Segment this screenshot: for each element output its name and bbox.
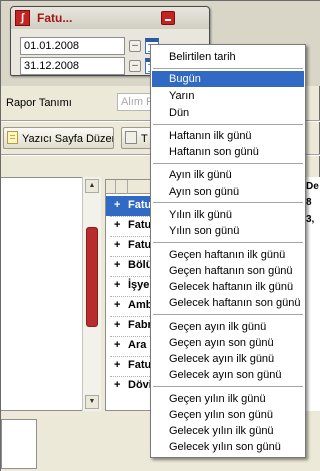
menu-item-gecen-ayin-ilk-gunu[interactable]: Geçen ayın ilk günü xyxy=(152,319,304,335)
bottom-panel xyxy=(1,419,37,469)
right-column-value: 8 xyxy=(306,197,312,208)
pdf-icon: ʃ xyxy=(15,10,30,26)
print-page-setup-label: Yazıcı Sayfa Düzeni xyxy=(22,133,114,145)
toolbar-button-2-label: T xyxy=(141,133,148,145)
menu-separator xyxy=(153,202,303,203)
tree-row[interactable]: + Fabr xyxy=(106,316,154,336)
menu-separator xyxy=(153,314,303,315)
tree-row[interactable]: + Fatu xyxy=(106,196,154,216)
tree-row[interactable]: + Fatu xyxy=(106,356,154,376)
tree-row[interactable]: + Bölü xyxy=(106,256,154,276)
tree-header-cell[interactable] xyxy=(106,180,116,194)
menu-item-gelecek-yilin-son-gunu[interactable]: Gelecek yılın son günü xyxy=(152,439,304,455)
right-column-header: De xyxy=(306,181,319,192)
menu-separator xyxy=(153,68,303,69)
date-context-menu: Belirtilen tarih Bugün Yarın Dün Haftanı… xyxy=(150,44,306,458)
right-column-value: 3, xyxy=(306,214,315,225)
menu-separator xyxy=(153,386,303,387)
scroll-down-arrow-icon[interactable]: ▼ xyxy=(85,395,99,409)
tree-header-cell[interactable] xyxy=(116,180,128,194)
tree-row[interactable]: + Amb xyxy=(106,296,154,316)
tree-table[interactable]: + Fatu + Fatu + Fatu + Bölü + İşye + Amb + Fabr… xyxy=(105,179,155,411)
minimize-button[interactable] xyxy=(161,11,175,25)
menu-item-belirtilen-tarih[interactable]: Belirtilen tarih xyxy=(152,49,304,65)
menu-item-yilin-son-gunu[interactable]: Yılın son günü xyxy=(152,223,304,239)
tree-row[interactable]: + Ara xyxy=(106,336,154,356)
menu-item-gecen-yilin-ilk-gunu[interactable]: Geçen yılın ilk günü xyxy=(152,391,304,407)
tree-row[interactable]: + Fatu xyxy=(106,236,154,256)
menu-item-yilin-ilk-gunu[interactable]: Yılın ilk günü xyxy=(152,207,304,223)
scroll-up-arrow-icon[interactable]: ▲ xyxy=(85,179,99,193)
menu-item-bugun[interactable]: Bugün xyxy=(152,71,304,87)
start-date-browse-button[interactable]: ... xyxy=(129,40,141,52)
end-date-input[interactable]: 31.12.2008 xyxy=(20,57,125,75)
tree-row[interactable]: + Dövi xyxy=(106,376,154,396)
menu-item-haftanin-ilk-gunu[interactable]: Haftanın ilk günü xyxy=(152,128,304,144)
end-date-browse-button[interactable]: ... xyxy=(129,60,141,72)
menu-item-ayin-son-gunu[interactable]: Ayın son günü xyxy=(152,184,304,200)
start-date-input[interactable]: 01.01.2008 xyxy=(20,37,125,55)
window-titlebar[interactable]: ʃ Fatu... xyxy=(11,7,209,29)
document-icon xyxy=(7,131,18,144)
menu-item-gecen-yilin-son-gunu[interactable]: Geçen yılın son günü xyxy=(152,407,304,423)
menu-item-gelecek-ayin-son-gunu[interactable]: Gelecek ayın son günü xyxy=(152,367,304,383)
print-page-setup-button[interactable]: Yazıcı Sayfa Düzeni xyxy=(3,127,114,149)
menu-item-gelecek-yilin-ilk-gunu[interactable]: Gelecek yılın ilk günü xyxy=(152,423,304,439)
tree-row[interactable]: + İşye xyxy=(106,276,154,296)
window-title: Fatu... xyxy=(37,11,73,25)
menu-item-gecen-haftanin-ilk-gunu[interactable]: Geçen haftanın ilk günü xyxy=(152,247,304,263)
menu-separator xyxy=(153,163,303,164)
menu-item-haftanin-son-gunu[interactable]: Haftanın son günü xyxy=(152,144,304,160)
menu-separator xyxy=(153,124,303,125)
menu-item-gelecek-haftanin-son-gunu[interactable]: Gelecek haftanın son günü xyxy=(152,295,304,311)
menu-item-gelecek-ayin-ilk-gunu[interactable]: Gelecek ayın ilk günü xyxy=(152,351,304,367)
menu-item-gecen-ayin-son-gunu[interactable]: Geçen ayın son günü xyxy=(152,335,304,351)
menu-item-ayin-ilk-gunu[interactable]: Ayın ilk günü xyxy=(152,167,304,183)
menu-item-dun[interactable]: Dün xyxy=(152,105,304,121)
menu-separator xyxy=(153,242,303,243)
page-icon xyxy=(125,131,137,144)
rapor-tanimi-label: Rapor Tanımı xyxy=(6,97,72,109)
tree-header xyxy=(106,180,154,194)
menu-item-gelecek-haftanin-ilk-gunu[interactable]: Gelecek haftanın ilk günü xyxy=(152,279,304,295)
menu-item-yarin[interactable]: Yarın xyxy=(152,88,304,104)
menu-item-gecen-haftanin-son-gunu[interactable]: Geçen haftanın son günü xyxy=(152,263,304,279)
vertical-scrollbar[interactable]: ▲ ▼ xyxy=(82,177,101,411)
scroll-thumb[interactable] xyxy=(86,227,98,327)
tree-row[interactable]: + Fatu xyxy=(106,216,154,236)
